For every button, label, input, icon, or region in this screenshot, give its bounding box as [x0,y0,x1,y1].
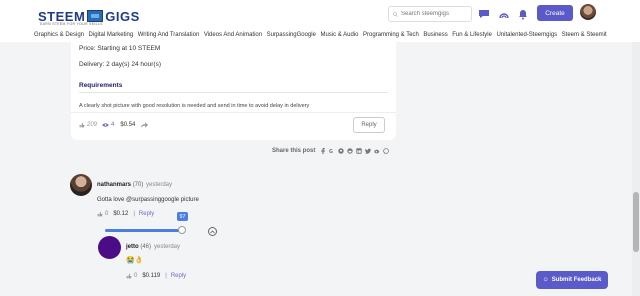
linkedin-icon[interactable] [356,148,363,154]
reply-time: yesterday [154,244,181,250]
twitter-icon[interactable] [365,148,372,154]
reply-text: 😭👌 [126,257,144,264]
reply-author-name[interactable]: jetto [126,244,139,250]
vote-weight-slider[interactable]: 97 [105,212,215,234]
divider [71,112,396,113]
nav-item-videos-animation[interactable]: Videos And Animation [204,32,262,38]
logo-text-right: GIGS [105,8,140,24]
reply-author-reputation: (46) [140,244,152,250]
nav-item-fun-lifestyle[interactable]: Fun & Lifestyle [452,32,492,38]
eye-icon [102,123,110,127]
nav-item-digital-marketing[interactable]: Digital Marketing [89,32,134,38]
payout-value: $0.54 [120,122,136,128]
like-count: 209 [87,122,98,128]
reply-vote-count: 0 [134,273,138,279]
reply-separator: | [165,273,167,279]
comment-author-name[interactable]: nathanmars [97,182,131,188]
gig-price: Price: Starting at 10 STEEM [79,45,161,52]
logo-tagline: EARN STEEM FOR YOUR SKILLS [40,22,103,26]
commenter-avatar[interactable] [70,174,92,196]
requirements-text: A clearly shot picture with good resolut… [79,103,310,109]
share-label: Share this post [272,148,316,154]
card-meta: 209 4 $0.54 [79,122,149,128]
search-icon [393,11,398,17]
view-count: 4 [111,122,115,128]
slider-handle[interactable] [178,226,186,234]
share-bar: Share this post G [272,148,390,154]
nav-item-surpassinggoogle[interactable]: SurpassingGoogle [267,32,316,38]
comment-time: yesterday [146,182,173,188]
weibo-icon[interactable] [374,148,380,154]
reply-meta: 0 $0.119 | Reply [126,273,186,279]
chevron-up-icon [210,229,215,233]
slider-track[interactable] [105,229,183,232]
user-avatar[interactable] [580,4,596,20]
nav-item-programming-tech[interactable]: Programming & Tech [363,32,419,38]
pinterest-icon[interactable] [338,148,345,154]
upvote-icon[interactable] [126,273,132,279]
chat-icon[interactable] [478,8,490,20]
nav-item-writing-translation[interactable]: Writing And Translation [138,32,200,38]
feedback-label: Submit Feedback [551,277,602,283]
gig-card: Price: Starting at 10 STEEM Delivery: 2 … [71,42,396,140]
reply-author-avatar[interactable] [98,236,121,259]
top-header: STEEM GIGS EARN STEEM FOR YOUR SKILLS Cr… [0,0,640,42]
gig-delivery: Delivery: 2 day(s) 24 hour(s) [79,61,161,68]
reply-reply-link[interactable]: Reply [171,273,186,279]
divider [79,92,388,93]
category-nav: Graphics & Design Digital Marketing Writ… [34,32,611,38]
upvote-icon[interactable] [97,211,103,217]
page-scrollbar[interactable] [632,42,640,296]
comment-text: Gotta love @surpassinggoogle picture [97,197,199,203]
nav-item-unitalented-steemgigs[interactable]: Unitalented-Steemgigs [496,32,557,38]
scrollbar-thumb[interactable] [633,192,639,252]
submit-feedback-button[interactable]: ☺ Submit Feedback [536,271,608,289]
activity-icon[interactable] [498,8,510,20]
comment-author-reputation: (70) [132,182,144,188]
reply-payout: $0.119 [142,273,161,279]
upvote-icon[interactable] [79,122,85,128]
reply-author[interactable]: jetto (46) [126,244,151,250]
nav-item-music-audio[interactable]: Music & Audio [320,32,358,38]
slider-value-tooltip: 97 [177,212,188,221]
confirm-vote-button[interactable] [208,227,217,236]
search-box[interactable] [388,6,472,22]
whatsapp-icon[interactable] [383,148,390,154]
smiley-icon: ☺ [542,277,549,283]
notification-bell-icon[interactable] [517,8,529,20]
svg-text:G: G [329,149,333,154]
nav-item-business[interactable]: Business [423,32,447,38]
facebook-icon[interactable] [320,148,326,154]
logo-briefcase-icon [87,10,104,22]
share-arrow-icon[interactable] [141,122,149,128]
search-input[interactable] [401,11,471,17]
reddit-icon[interactable] [347,148,354,154]
nav-item-graphics-design[interactable]: Graphics & Design [34,32,84,38]
google-plus-icon[interactable]: G [329,148,335,154]
reply-button[interactable]: Reply [353,117,385,133]
comment-author[interactable]: nathanmars (70) [97,182,143,188]
nav-item-steem-steemit[interactable]: Steem & Steemit [562,32,607,38]
create-button[interactable]: Create [537,5,573,21]
requirements-title: Requirements [79,82,123,89]
